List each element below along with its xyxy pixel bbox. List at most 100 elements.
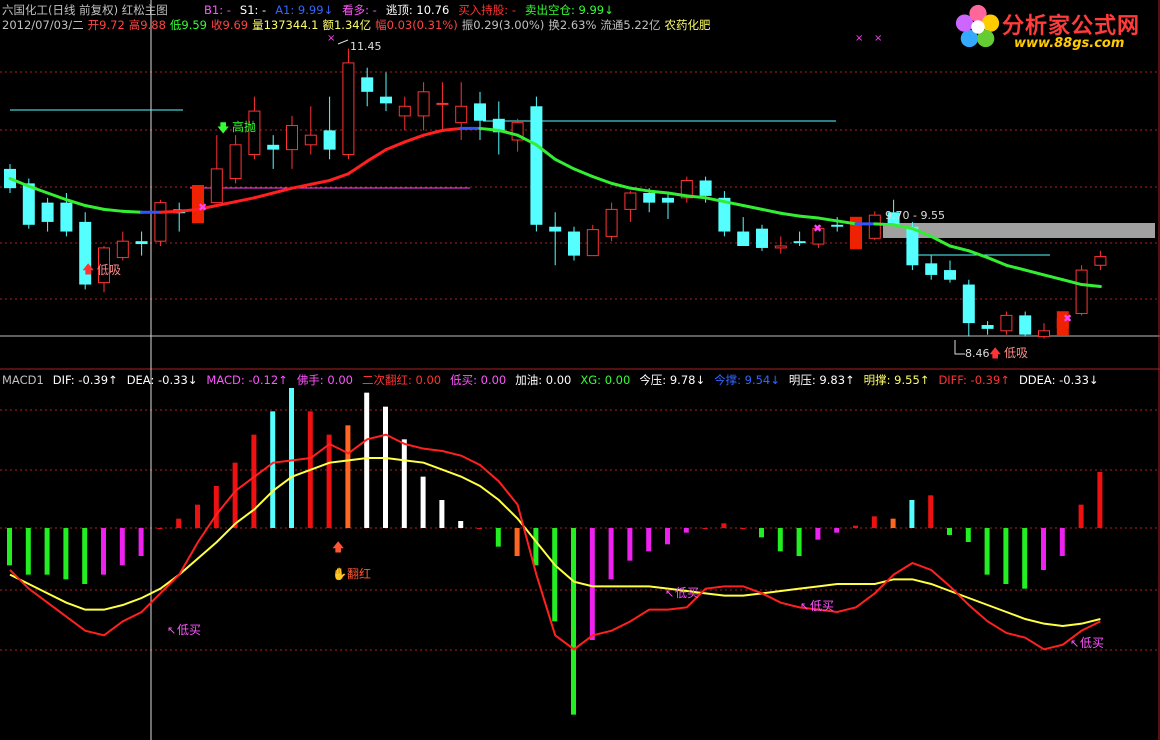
macd-bar-19 <box>364 392 370 528</box>
macd-bar-4 <box>82 528 88 584</box>
candle-body-39 <box>737 231 750 246</box>
ma-segment-23 <box>422 128 444 137</box>
ma-segment-42 <box>779 211 802 218</box>
macd-bar-51 <box>965 528 971 542</box>
ma-segment-6 <box>102 207 125 213</box>
ma-segment-14 <box>252 191 275 200</box>
header-field-4: 逃顶: 10.76 <box>385 3 450 17</box>
low-price-label: 8.46 <box>965 347 990 360</box>
candle-36 <box>680 176 693 203</box>
high-leader <box>337 39 349 45</box>
indicator-header: MACD1 DIF: -0.39↑ DEA: -0.33↓ MACD: -0.12↑ 佛… <box>2 373 1108 387</box>
top-cross-marker-0: × <box>327 33 335 44</box>
candle-42 <box>793 231 806 246</box>
indicator-field-11: 明压: 9.83↑ <box>788 373 855 387</box>
candle-11 <box>210 135 223 204</box>
candle-25 <box>474 91 486 140</box>
macd-low-buy-label-3: 低买 <box>810 599 834 613</box>
ma-segment-43 <box>798 214 820 220</box>
indicator-field-10: 今撑: 9.54↓ <box>714 373 780 387</box>
indicator-field-6: 低买: 0.00 <box>450 373 507 387</box>
candle-body-2 <box>41 202 54 222</box>
range-band <box>883 223 1155 238</box>
quote-field-1: 开9.72 <box>87 18 125 32</box>
macd-bar-56 <box>1059 528 1065 556</box>
candle-body-7 <box>135 241 148 245</box>
macd-bar-7 <box>138 528 144 556</box>
quote-field-9: 换2.63% <box>548 18 597 32</box>
candle-body-37 <box>699 180 712 196</box>
macd-bar-53 <box>1003 528 1009 584</box>
macd-bar-44 <box>834 528 840 533</box>
quote-field-10: 流通5.22亿 <box>600 18 661 32</box>
quote-field-8: 振0.29(3.00%) <box>461 18 545 32</box>
macd-bar-22 <box>420 476 426 528</box>
candle-23 <box>436 82 449 131</box>
macd-bar-32 <box>608 528 614 580</box>
macd-low-buy-label-1: 低买 <box>177 623 201 637</box>
quote-field-3: 低9.59 <box>169 18 207 32</box>
macd-bar-50 <box>947 528 952 535</box>
candle-15 <box>286 115 298 169</box>
ma-segment-3 <box>46 191 68 202</box>
macd-bar-47 <box>890 518 896 528</box>
candle-24 <box>455 82 468 140</box>
macd-bar-52 <box>984 528 990 575</box>
quote-field-0: 2012/07/03/二 <box>2 18 84 32</box>
macd-bar-8 <box>157 528 163 529</box>
macd-bar-10 <box>195 504 200 528</box>
candle-body-8 <box>154 202 167 242</box>
candle-body-30 <box>568 231 580 256</box>
ma-segment-56 <box>1042 273 1065 282</box>
indicator-field-0: MACD1 <box>2 373 44 387</box>
flip-red-label: 翻红 <box>347 566 371 581</box>
candle-31 <box>586 224 599 257</box>
candle-body-53 <box>1000 314 1013 332</box>
candle-body-58 <box>1094 256 1107 266</box>
candle-32 <box>605 202 618 242</box>
macd-bar-2 <box>44 528 50 575</box>
ma-segment-18 <box>328 172 350 182</box>
flip-red-icon: ✋ <box>332 567 347 581</box>
candle-body-34 <box>643 193 656 203</box>
header-field-1: S1: - <box>239 3 267 17</box>
indicator-field-5: 二次翻红: 0.00 <box>361 373 442 387</box>
indicator-field-9: 今压: 9.78↓ <box>639 373 706 387</box>
site-logo: 分析家公式网 www.88gs.com <box>954 2 1154 54</box>
macd-bar-25 <box>477 528 482 529</box>
stock-chart[interactable]: 11.458.469.70 - 9.55🡇 高抛🡅 低吸🡅 低吸✖✖✖× × ×🡅✋ 翻红↖… <box>0 0 1160 740</box>
macd-bar-42 <box>796 528 802 556</box>
macd-bar-18 <box>345 425 351 528</box>
candle-30 <box>568 226 580 261</box>
candle-58 <box>1094 250 1107 271</box>
quote-field-4: 收9.69 <box>211 18 249 32</box>
ma-segment-21 <box>384 140 407 152</box>
candle-55 <box>1038 323 1050 339</box>
header-field-2: A1: 9.99↓ <box>275 3 334 17</box>
candle-body-17 <box>323 130 336 150</box>
candle-12 <box>229 135 242 184</box>
high-throw-arrow-icon: 🡇 <box>217 121 229 135</box>
header-field-6: 卖出空仓: 9.99↓ <box>524 3 614 17</box>
quote-field-5: 量137344.1 <box>252 18 319 32</box>
candle-body-25 <box>474 103 486 121</box>
ma-segment-15 <box>271 186 294 195</box>
candle-9 <box>173 202 186 232</box>
low-buy-arrow-icon-2: 🡅 <box>989 346 1001 360</box>
candle-22 <box>417 82 430 131</box>
ma-segment-10 <box>177 207 200 213</box>
macd-bar-15 <box>289 388 294 528</box>
ma-segment-53 <box>986 256 1008 267</box>
candle-body-52 <box>981 325 994 329</box>
candle-46 <box>868 211 881 241</box>
macd-bar-40 <box>759 528 764 538</box>
low-buy-arrow-icon: 🡅 <box>82 262 94 276</box>
candle-body-6 <box>116 240 129 259</box>
candle-body-24 <box>455 105 468 124</box>
header-field-0: B1: - <box>204 3 231 17</box>
indicator-field-7: 加油: 0.00 <box>515 373 572 387</box>
macd-bar-45 <box>853 525 858 528</box>
indicator-field-8: XG: 0.00 <box>580 373 631 387</box>
candle-body-46 <box>868 214 881 239</box>
quote-field-2: 高9.88 <box>128 18 166 32</box>
